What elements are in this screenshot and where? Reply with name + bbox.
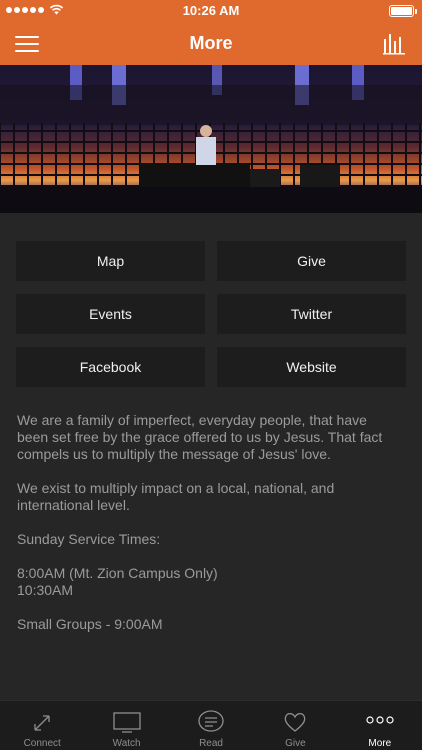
tab-label: Give [285,738,306,749]
facebook-button[interactable]: Facebook [16,347,205,387]
connect-icon [34,715,50,731]
bar-chart-icon[interactable] [383,31,405,55]
heart-icon [285,713,306,732]
service-times: 8:00AM (Mt. Zion Campus Only) 10:30AM [17,565,218,598]
tab-label: Read [199,738,223,749]
tab-label: Connect [23,738,61,749]
hero-image [0,65,422,213]
page-title: More [189,33,233,53]
about-text: We are a family of imperfect, everyday p… [17,412,397,650]
tab-connect[interactable]: Connect [0,701,84,750]
about-paragraph: We are a family of imperfect, everyday p… [17,412,383,462]
tab-more[interactable]: More [338,701,422,750]
tab-read[interactable]: Read [169,701,253,750]
tab-bar: Connect Watch Read Give More [0,700,422,750]
nav-bar: More [0,22,422,65]
ellipsis-icon [366,716,394,724]
events-button[interactable]: Events [16,294,205,334]
chat-bubble-icon [198,710,224,732]
about-paragraph: We exist to multiply impact on a local, … [17,480,335,513]
battery-icon [389,5,414,17]
tab-give[interactable]: Give [253,701,337,750]
stage-photo [0,65,422,213]
about-paragraph: Small Groups - 9:00AM [17,616,163,632]
about-paragraph: Sunday Service Times: [17,531,161,547]
twitter-button[interactable]: Twitter [217,294,406,334]
status-time: 10:26 AM [182,3,240,18]
tab-watch[interactable]: Watch [84,701,168,750]
status-bar: 10:26 AM [0,0,422,22]
tv-icon [112,712,141,733]
map-button[interactable]: Map [16,241,205,281]
website-button[interactable]: Website [217,347,406,387]
give-button[interactable]: Give [217,241,406,281]
tab-label: Watch [112,738,141,749]
tab-label: More [368,738,392,749]
